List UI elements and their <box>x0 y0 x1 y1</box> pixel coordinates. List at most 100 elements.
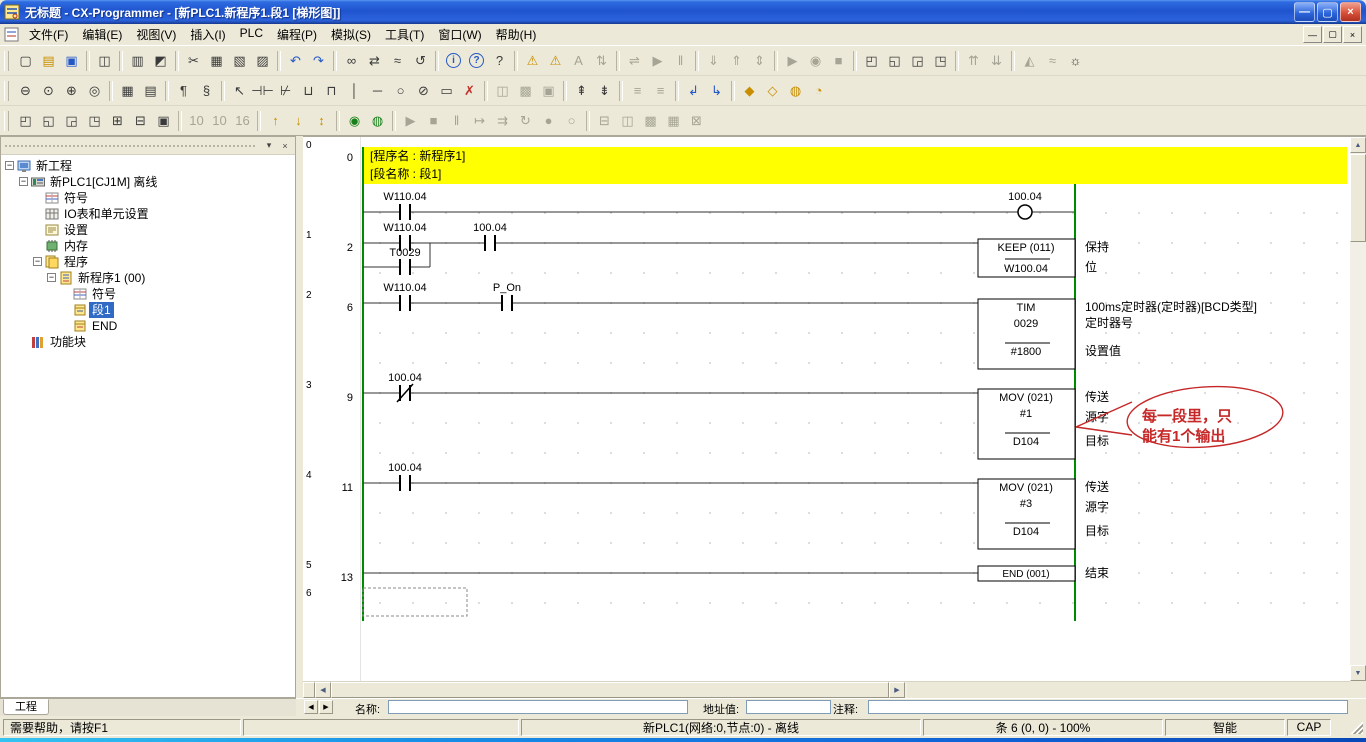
mov-instruction-block[interactable]: MOV (021) #1 D104 <box>978 389 1075 459</box>
program-mode-button[interactable]: ■ <box>827 50 850 72</box>
tree-item-project[interactable]: −新工程 <box>1 158 295 174</box>
cascade-button[interactable]: ▩ <box>639 110 662 132</box>
undo-button[interactable]: ↶ <box>284 50 307 72</box>
menu-item-4[interactable]: PLC <box>233 23 270 46</box>
tree-expander-icon[interactable]: − <box>33 257 42 266</box>
show-rung-wrapping-button[interactable]: ▤ <box>139 80 162 102</box>
end-instruction-block[interactable]: END (001) <box>978 566 1075 581</box>
compile-button[interactable]: ⚠ <box>521 50 544 72</box>
replace-button[interactable]: ⇄ <box>363 50 386 72</box>
menu-item-0[interactable]: 文件(F) <box>22 23 75 46</box>
new-view-button[interactable]: ◲ <box>60 110 83 132</box>
display-hex-button[interactable]: 16 <box>231 110 254 132</box>
force-reset-button[interactable]: ⇊ <box>985 50 1008 72</box>
about-button[interactable]: i <box>442 50 465 72</box>
menu-item-6[interactable]: 模拟(S) <box>324 23 378 46</box>
new-horizontal-line-button[interactable]: ─ <box>366 80 389 102</box>
tree-item-program1-symbols[interactable]: 符号 <box>1 286 295 302</box>
tile-windows-button[interactable]: ◱ <box>37 110 60 132</box>
go-to-connection-button[interactable]: ↳ <box>705 80 728 102</box>
online-edit-button[interactable]: A <box>567 50 590 72</box>
rung-2-margin[interactable]: 26 <box>303 289 359 379</box>
workspace-pin-button[interactable]: ▾ <box>261 138 277 153</box>
watch-address-input[interactable] <box>746 700 831 714</box>
watch-prev-button[interactable]: ◀ <box>304 700 318 714</box>
watch-comment-input[interactable] <box>868 700 1348 714</box>
rung-4-margin[interactable]: 411 <box>303 469 359 559</box>
watch-next-button[interactable]: ▶ <box>319 700 333 714</box>
vertical-scroll-thumb[interactable] <box>1350 154 1366 242</box>
copy-button[interactable]: ▦ <box>205 50 228 72</box>
upload-from-plc-button[interactable]: ⇑ <box>725 50 748 72</box>
previous-reference-button[interactable]: ◇ <box>761 80 784 102</box>
open-file-button[interactable]: ▤ <box>37 50 60 72</box>
compare-programs-button[interactable]: ◫ <box>93 50 116 72</box>
simulator-run-button[interactable]: ▶ <box>399 110 422 132</box>
clear-breakpoints-button[interactable]: ○ <box>560 110 583 132</box>
scroll-right-button[interactable]: ▶ <box>889 682 905 698</box>
restore-button[interactable]: ▢ <box>1317 2 1338 22</box>
menu-item-8[interactable]: 窗口(W) <box>431 23 488 46</box>
watch-window-button[interactable]: ⊞ <box>106 110 129 132</box>
zoom-out-button[interactable]: ⊖ <box>14 80 37 102</box>
horizontal-scrollbar[interactable]: ◀ ▶ <box>303 681 1350 698</box>
new-closed-coil-button[interactable]: ⊘ <box>412 80 435 102</box>
show-rung-comments-button[interactable]: ¶ <box>172 80 195 102</box>
delete-rung-button[interactable]: ⇟ <box>593 80 616 102</box>
output-window-button[interactable]: ◳ <box>83 110 106 132</box>
tree-item-function-blocks[interactable]: 功能块 <box>1 334 295 350</box>
online-monitor-button[interactable]: ◉ <box>343 110 366 132</box>
run-mode-button[interactable]: ▶ <box>781 50 804 72</box>
rung-comment-list-button[interactable]: ≡ <box>649 80 672 102</box>
mdi-child-icon[interactable] <box>4 27 20 43</box>
tree-expander-icon[interactable]: − <box>47 273 56 282</box>
zoom-in-button[interactable]: ⊕ <box>60 80 83 102</box>
tile-vertically-button[interactable]: ◫ <box>616 110 639 132</box>
verify-with-plc-button[interactable]: ⇕ <box>748 50 771 72</box>
tree-item-program1[interactable]: −新程序1 (00) <box>1 270 295 286</box>
find-button[interactable]: ∞ <box>340 50 363 72</box>
rung-6-margin[interactable]: 6 <box>303 587 359 621</box>
project-tab[interactable]: 工程 <box>3 699 49 715</box>
tree-expander-icon[interactable]: − <box>19 177 28 186</box>
scroll-left-button[interactable]: ◀ <box>315 682 331 698</box>
watch-point-button[interactable]: ◍ <box>784 80 807 102</box>
show-watch-window-button[interactable]: ◲ <box>906 50 929 72</box>
horizontal-scroll-thumb[interactable] <box>331 682 889 698</box>
resize-grip[interactable] <box>1350 721 1363 734</box>
watch-name-input[interactable] <box>388 700 688 714</box>
new-contact-button[interactable]: ⊣⊢ <box>251 80 274 102</box>
menu-item-2[interactable]: 视图(V) <box>129 23 183 46</box>
menu-item-5[interactable]: 编程(P) <box>270 23 324 46</box>
properties-window-button[interactable]: ▣ <box>152 110 175 132</box>
continuous-step-run-button[interactable]: ⇉ <box>491 110 514 132</box>
close-button[interactable]: × <box>1340 2 1361 22</box>
mdi-close-button[interactable]: × <box>1343 26 1362 43</box>
help-button[interactable]: ? <box>465 50 488 72</box>
menu-item-7[interactable]: 工具(T) <box>378 23 431 46</box>
tree-item-section1[interactable]: 段1 <box>1 302 295 318</box>
tree-item-symbols[interactable]: 符号 <box>1 190 295 206</box>
set-breakpoint-button[interactable]: ● <box>537 110 560 132</box>
cascade-windows-button[interactable]: ◰ <box>14 110 37 132</box>
new-coil-button[interactable]: ○ <box>389 80 412 102</box>
print-button[interactable]: ▥ <box>126 50 149 72</box>
new-instruction-button[interactable]: ▭ <box>435 80 458 102</box>
zoom-to-fit-button[interactable]: ◎ <box>83 80 106 102</box>
pane-splitter-button[interactable] <box>303 682 315 698</box>
select-tool-button[interactable]: ↖ <box>228 80 251 102</box>
keep-instruction-block[interactable]: KEEP (011) W100.04 <box>978 239 1075 277</box>
minimize-button[interactable]: — <box>1294 2 1315 22</box>
rung-0-margin[interactable]: 00 <box>303 139 359 229</box>
rung-1-margin[interactable]: 12 <box>303 229 359 289</box>
pause-monitor-button[interactable]: ◍ <box>366 110 389 132</box>
save-button[interactable]: ▣ <box>60 50 83 72</box>
tree-item-programs[interactable]: −程序 <box>1 254 295 270</box>
scroll-down-button[interactable]: ▼ <box>1350 665 1366 681</box>
insert-rung-button[interactable]: ⇞ <box>570 80 593 102</box>
panel-splitter[interactable] <box>296 136 303 698</box>
workspace-close-button[interactable]: × <box>277 138 293 153</box>
new-closed-contact-button[interactable]: ⊬ <box>274 80 297 102</box>
cut-button[interactable]: ✂ <box>182 50 205 72</box>
io-comment-view-button[interactable]: ▣ <box>537 80 560 102</box>
